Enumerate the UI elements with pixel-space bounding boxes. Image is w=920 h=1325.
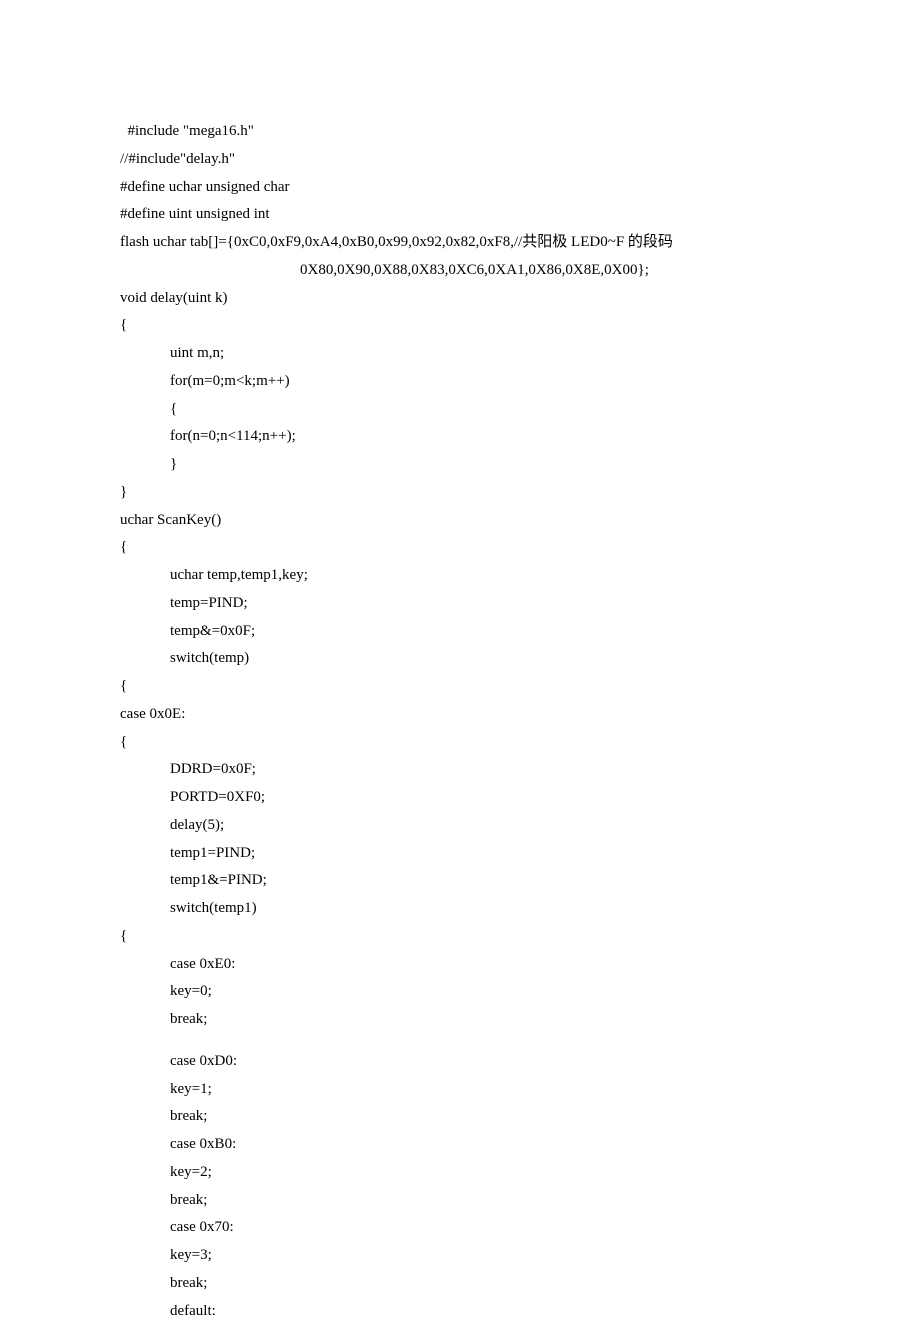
code-line: uchar temp,temp1,key;: [120, 562, 780, 590]
code-line: #define uchar unsigned char: [120, 174, 780, 202]
code-line: void delay(uint k): [120, 285, 780, 313]
code-line: temp1=PIND;: [120, 840, 780, 868]
document-page: #include "mega16.h"//#include"delay.h"#d…: [0, 0, 780, 1325]
code-line: key=2;: [120, 1159, 780, 1187]
code-line: for(n=0;n<114;n++);: [120, 423, 780, 451]
code-line: {: [120, 312, 780, 340]
code-line: uchar ScanKey(): [120, 507, 780, 535]
code-line: {: [120, 923, 780, 951]
code-line: //#include"delay.h": [120, 146, 780, 174]
code-line: break;: [120, 1006, 780, 1034]
code-line: key=1;: [120, 1076, 780, 1104]
code-line: temp&=0x0F;: [120, 618, 780, 646]
code-line: {: [120, 396, 780, 424]
code-line: for(m=0;m<k;m++): [120, 368, 780, 396]
code-line: {: [120, 673, 780, 701]
code-line: flash uchar tab[]={0xC0,0xF9,0xA4,0xB0,0…: [120, 229, 780, 257]
code-line: 0X80,0X90,0X88,0X83,0XC6,0XA1,0X86,0X8E,…: [120, 257, 780, 285]
code-line: switch(temp1): [120, 895, 780, 923]
code-line: DDRD=0x0F;: [120, 756, 780, 784]
code-line: case 0x70:: [120, 1214, 780, 1242]
code-line: case 0xE0:: [120, 951, 780, 979]
code-line: }: [120, 479, 780, 507]
code-line: PORTD=0XF0;: [120, 784, 780, 812]
code-line: temp=PIND;: [120, 590, 780, 618]
code-line: break;: [120, 1270, 780, 1298]
code-line: #define uint unsigned int: [120, 201, 780, 229]
code-block: #include "mega16.h"//#include"delay.h"#d…: [120, 118, 780, 1325]
code-line: case 0xB0:: [120, 1131, 780, 1159]
code-line: {: [120, 534, 780, 562]
code-line: {: [120, 729, 780, 757]
code-line: delay(5);: [120, 812, 780, 840]
code-line: key=0;: [120, 978, 780, 1006]
code-line: break;: [120, 1103, 780, 1131]
code-line: temp1&=PIND;: [120, 867, 780, 895]
blank-line: [120, 1034, 780, 1048]
code-line: case 0xD0:: [120, 1048, 780, 1076]
code-line: key=3;: [120, 1242, 780, 1270]
code-line: }: [120, 451, 780, 479]
code-line: case 0x0E:: [120, 701, 780, 729]
code-line: #include "mega16.h": [120, 118, 780, 146]
code-line: switch(temp): [120, 645, 780, 673]
code-line: uint m,n;: [120, 340, 780, 368]
code-line: break;: [120, 1187, 780, 1215]
